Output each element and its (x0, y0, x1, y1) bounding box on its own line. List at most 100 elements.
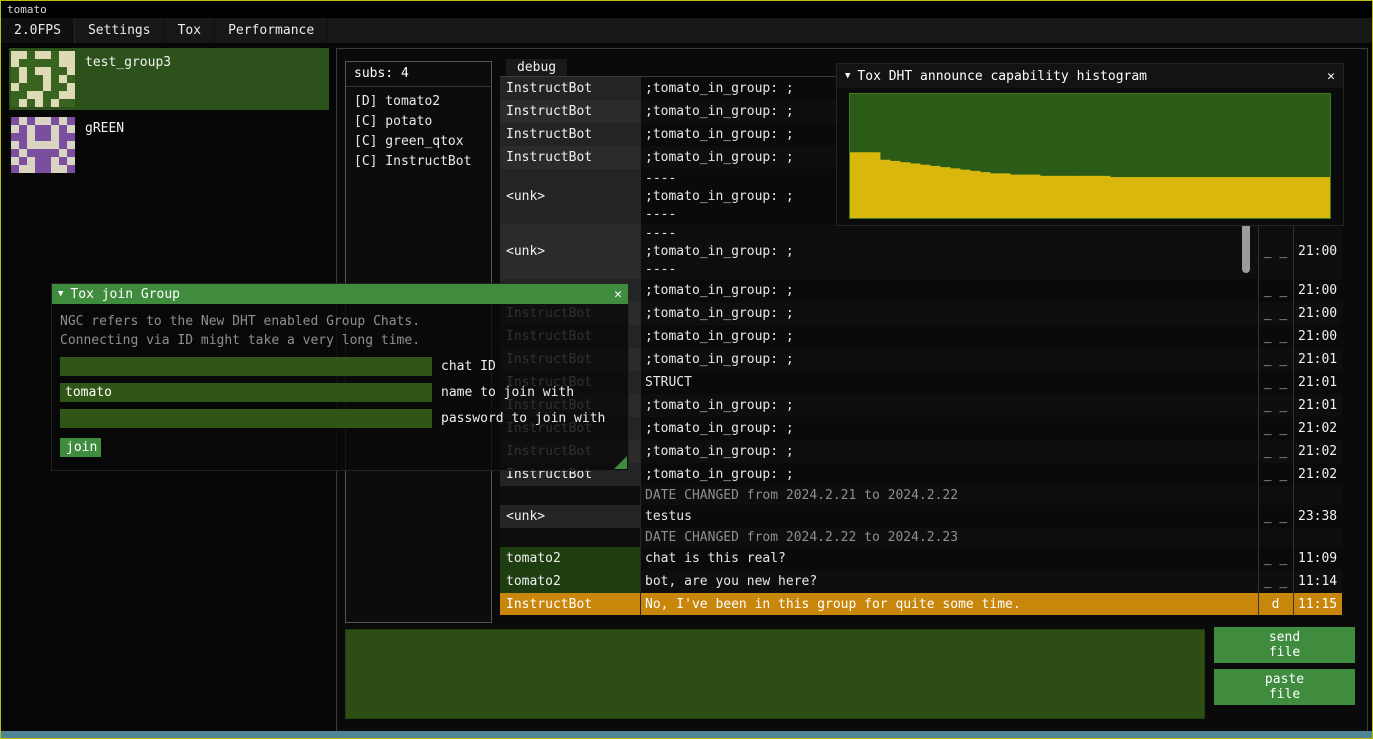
join-password-input[interactable] (60, 409, 432, 428)
delivery-status: _ _ (1258, 505, 1293, 528)
delivery-status: _ _ (1258, 348, 1293, 371)
delivery-status: _ _ (1258, 417, 1293, 440)
chat-message-row[interactable]: <unk>testus_ _23:38 (500, 505, 1342, 528)
message-text: ;tomato_in_group: ; (640, 463, 1258, 486)
delivery-status: _ _ (1258, 279, 1293, 302)
sender-name: tomato2 (500, 547, 640, 570)
menu-performance[interactable]: Performance (215, 18, 328, 43)
member-item[interactable]: [C] potato (346, 112, 491, 132)
dht-histogram-titlebar[interactable]: ▼ Tox DHT announce capability histogram … (837, 64, 1343, 88)
join-name-input[interactable] (60, 383, 432, 402)
chat-message-row[interactable]: tomato2bot, are you new here?_ _11:14 (500, 570, 1342, 593)
members-list: [D] tomato2[C] potato[C] green_qtox[C] I… (346, 92, 491, 172)
paste-file-button[interactable]: paste file (1214, 669, 1355, 705)
chat-message-row[interactable]: tomato2chat is this real?_ _11:09 (500, 547, 1342, 570)
window-title: tomato (7, 3, 47, 16)
message-text: No, I've been in this group for quite so… (640, 593, 1258, 615)
fps-counter: 2.0FPS (1, 18, 75, 43)
sender-name: InstructBot (500, 146, 640, 169)
member-item[interactable]: [C] InstructBot (346, 152, 491, 172)
timestamp (1293, 528, 1342, 547)
timestamp: 21:02 (1293, 463, 1342, 486)
join-button[interactable]: join (60, 438, 101, 457)
message-text: ;tomato_in_group: ; (640, 440, 1258, 463)
menu-tox[interactable]: Tox (165, 18, 215, 43)
sender-name: <unk> (500, 169, 640, 224)
members-count: subs: 4 (346, 62, 491, 87)
message-text: testus (640, 505, 1258, 528)
sender-name (500, 528, 640, 547)
date-changed-text: DATE CHANGED from 2024.2.21 to 2024.2.22 (640, 486, 1258, 505)
collapse-arrow-icon[interactable]: ▼ (58, 289, 63, 299)
join-group-window: ▼ Tox join Group ✕ NGC refers to the New… (51, 283, 629, 471)
group-item-test_group3[interactable]: test_group3 (9, 48, 329, 110)
timestamp: 11:14 (1293, 570, 1342, 593)
message-text: ;tomato_in_group: ; (640, 417, 1258, 440)
member-item[interactable]: [D] tomato2 (346, 92, 491, 112)
timestamp: 23:38 (1293, 505, 1342, 528)
chat-message-row[interactable]: InstructBotNo, I've been in this group f… (500, 593, 1342, 615)
sender-name (500, 486, 640, 505)
window-titlebar[interactable]: tomato (1, 1, 1372, 18)
timestamp: 21:01 (1293, 394, 1342, 417)
message-text: ;tomato_in_group: ; (640, 394, 1258, 417)
group-name: gREEN (85, 121, 124, 136)
timestamp: 11:09 (1293, 547, 1342, 570)
message-text: ;tomato_in_group: ; (640, 279, 1258, 302)
message-text: ---- ;tomato_in_group: ; ---- (640, 224, 1258, 279)
timestamp: 21:02 (1293, 417, 1342, 440)
timestamp: 21:00 (1293, 279, 1342, 302)
delivery-status: _ _ (1258, 440, 1293, 463)
group-item-gREEN[interactable]: gREEN (9, 114, 329, 176)
delivery-status: _ _ (1258, 302, 1293, 325)
group-name: test_group3 (85, 55, 171, 70)
message-text: ;tomato_in_group: ; (640, 302, 1258, 325)
delivery-status: _ _ (1258, 371, 1293, 394)
tab-debug[interactable]: debug (506, 59, 567, 76)
menu-settings[interactable]: Settings (75, 18, 165, 43)
delivery-status: _ _ (1258, 570, 1293, 593)
delivery-status: _ _ (1258, 547, 1293, 570)
join-group-description-1: NGC refers to the New DHT enabled Group … (60, 312, 620, 331)
timestamp: 21:01 (1293, 371, 1342, 394)
join-name-label: name to join with (441, 385, 574, 400)
date-divider-row: DATE CHANGED from 2024.2.21 to 2024.2.22 (500, 486, 1342, 505)
sender-name: tomato2 (500, 570, 640, 593)
sender-name: <unk> (500, 224, 640, 279)
join-group-description-2: Connecting via ID might take a very long… (60, 331, 620, 350)
message-text: STRUCT (640, 371, 1258, 394)
chat-message-row[interactable]: <unk>---- ;tomato_in_group: ; ----_ _21:… (500, 224, 1342, 279)
dht-histogram-title: Tox DHT announce capability histogram (857, 69, 1147, 84)
sender-name: InstructBot (500, 593, 640, 615)
date-changed-text: DATE CHANGED from 2024.2.22 to 2024.2.23 (640, 528, 1258, 547)
chat-scrollbar-thumb[interactable] (1242, 221, 1250, 273)
delivery-status: _ _ (1258, 224, 1293, 279)
histogram-plot (849, 93, 1331, 219)
chat-id-input[interactable] (60, 357, 432, 376)
join-group-title: Tox join Group (70, 287, 180, 302)
close-icon[interactable]: ✕ (614, 287, 622, 302)
message-text: chat is this real? (640, 547, 1258, 570)
close-icon[interactable]: ✕ (1327, 69, 1335, 84)
sender-name: InstructBot (500, 100, 640, 123)
window-bottom-edge (1, 731, 1372, 738)
delivery-status (1258, 486, 1293, 505)
join-group-titlebar[interactable]: ▼ Tox join Group ✕ (52, 284, 628, 304)
timestamp: 21:02 (1293, 440, 1342, 463)
resize-grip[interactable] (614, 456, 627, 469)
sender-name: InstructBot (500, 123, 640, 146)
message-input[interactable] (345, 629, 1205, 719)
message-text: ;tomato_in_group: ; (640, 325, 1258, 348)
column-divider (640, 77, 641, 615)
join-password-label: password to join with (441, 411, 605, 426)
timestamp: 21:00 (1293, 224, 1342, 279)
delivery-status (1258, 528, 1293, 547)
collapse-arrow-icon[interactable]: ▼ (845, 71, 850, 81)
delivery-status: _ _ (1258, 463, 1293, 486)
menu-bar: 2.0FPS Settings Tox Performance (1, 18, 1372, 44)
member-item[interactable]: [C] green_qtox (346, 132, 491, 152)
group-avatar (11, 51, 75, 107)
app-window: tomato 2.0FPS Settings Tox Performance t… (0, 0, 1373, 739)
send-file-button[interactable]: send file (1214, 627, 1355, 663)
delivery-status: _ _ (1258, 325, 1293, 348)
